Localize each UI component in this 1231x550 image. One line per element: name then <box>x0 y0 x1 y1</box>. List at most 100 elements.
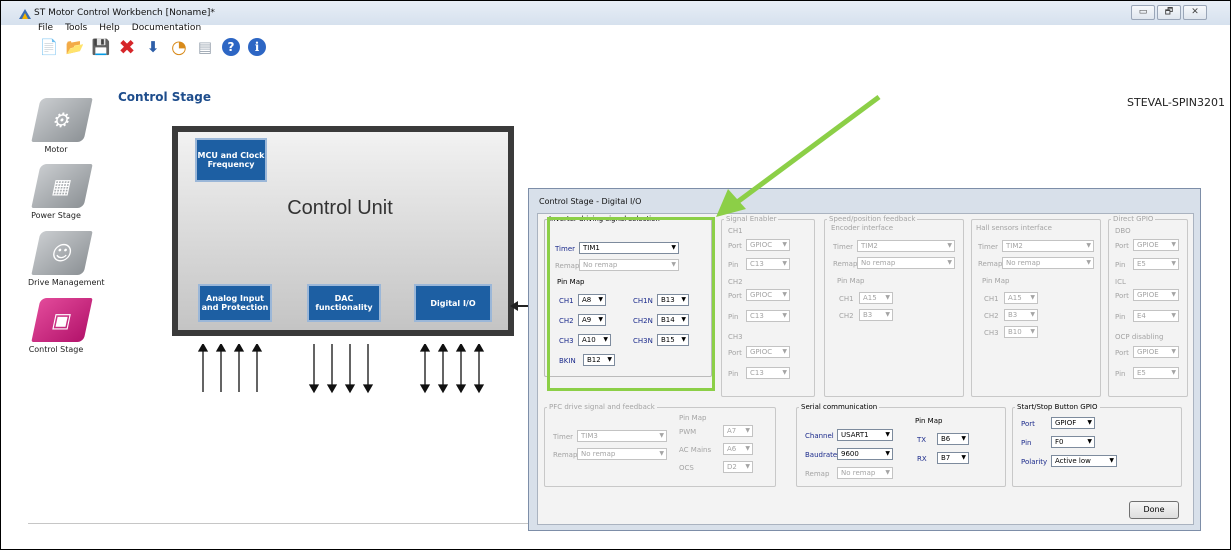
info-icon[interactable]: i <box>246 36 268 58</box>
analog-input-button[interactable]: Analog Input and Protection <box>198 284 272 322</box>
enc-remap-label: Remap <box>833 260 858 268</box>
startstop-group: Start/Stop Button GPIO Port GPIOF Pin F0… <box>1012 403 1182 487</box>
close-button[interactable]: ✕ <box>1183 5 1207 20</box>
ocp-pin-label: Pin <box>1115 370 1126 378</box>
highlight-box <box>547 217 715 391</box>
menu-bar: File Tools Help Documentation <box>38 23 201 33</box>
minimize-button[interactable]: ▭ <box>1131 5 1155 20</box>
menu-documentation[interactable]: Documentation <box>132 23 201 33</box>
enc-ch1-select: A15 <box>859 292 893 304</box>
hall-ch1-select: A15 <box>1004 292 1038 304</box>
polarity-select[interactable]: Active low <box>1051 455 1117 467</box>
digital-io-button[interactable]: Digital I/O <box>414 284 492 322</box>
app-logo-icon <box>19 9 31 19</box>
menu-tools[interactable]: Tools <box>65 23 87 33</box>
icl-pin-label: Pin <box>1115 313 1126 321</box>
sidebar-item-power-stage[interactable]: ▦ Power Stage <box>28 164 93 220</box>
done-button[interactable]: Done <box>1129 501 1179 519</box>
maximize-button[interactable]: 🗗 <box>1157 5 1181 20</box>
ocp-port-select: GPIOE <box>1133 346 1179 358</box>
ss-port-label: Port <box>1021 420 1035 428</box>
clock-icon[interactable]: ◔ <box>168 36 190 58</box>
hall-pinmap-label: Pin Map <box>982 277 1010 285</box>
hall-title: Hall sensors interface <box>974 224 1054 232</box>
sidebar-label: Motor <box>44 145 68 154</box>
delete-icon[interactable]: ✖ <box>116 35 138 59</box>
enc-ch2-label: CH2 <box>839 312 854 320</box>
sidebar-label: Power Stage <box>31 211 81 220</box>
pfc-remap-select: No remap <box>577 448 667 460</box>
polarity-label: Polarity <box>1021 458 1048 466</box>
dbo-port-label: Port <box>1115 242 1129 250</box>
hall-ch3-select: B10 <box>1004 326 1038 338</box>
se-ch1-pin-select: C13 <box>746 258 790 270</box>
menu-file[interactable]: File <box>38 23 53 33</box>
sidebar-label: Control Stage <box>28 345 84 354</box>
hall-ch1-label: CH1 <box>984 295 999 303</box>
signal-enabler-group: Signal Enabler CH1 Port GPIOC Pin C13 CH… <box>721 215 815 397</box>
serial-remap-label: Remap <box>805 470 830 478</box>
chip-download-icon[interactable]: ⬇ <box>142 36 164 58</box>
window-title: ST Motor Control Workbench [Noname]* <box>34 8 215 18</box>
dac-button[interactable]: DAC functionality <box>307 284 381 322</box>
drive-management-icon: ☺ <box>31 231 93 275</box>
sidebar-item-drive-management[interactable]: ☺ Drive Management <box>28 231 105 287</box>
ss-pin-select[interactable]: F0 <box>1051 436 1095 448</box>
enc-ch2-select: B3 <box>859 309 893 321</box>
serial-remap-select: No remap <box>837 467 893 479</box>
pfc-timer-select: TIM3 <box>577 430 667 442</box>
hall-ch2-label: CH2 <box>984 312 999 320</box>
rx-select[interactable]: B7 <box>937 452 969 464</box>
sidebar-item-control-stage[interactable]: ▣ Control Stage <box>28 298 93 354</box>
tx-select[interactable]: B6 <box>937 433 969 445</box>
encoder-interface-label: Encoder interface <box>831 224 894 232</box>
tx-label: TX <box>917 436 927 444</box>
help-icon[interactable]: ? <box>220 36 242 58</box>
serial-group: Serial communication Channel USART1 Baud… <box>796 403 1006 487</box>
se-port-label: Port <box>728 292 742 300</box>
hall-ch3-label: CH3 <box>984 329 999 337</box>
se-pin-label: Pin <box>728 313 739 321</box>
pfc-timer-label: Timer <box>553 433 574 441</box>
icl-label: ICL <box>1115 278 1126 286</box>
open-folder-icon[interactable]: 📂 <box>64 36 86 58</box>
menu-help[interactable]: Help <box>99 23 120 33</box>
ocp-pin-select: E5 <box>1133 367 1179 379</box>
channel-label: Channel <box>805 432 834 440</box>
serial-title: Serial communication <box>799 403 880 411</box>
window-titlebar: ST Motor Control Workbench [Noname]* ▭ 🗗… <box>1 1 1230 25</box>
baudrate-select[interactable]: 9600 <box>837 448 893 460</box>
pfc-title: PFC drive signal and feedback <box>547 403 657 411</box>
sidebar-item-motor[interactable]: ⚙ Motor <box>28 98 93 154</box>
bidirectional-arrows <box>419 344 485 394</box>
se-ch3-port-select: GPIOC <box>746 346 790 358</box>
enc-timer-label: Timer <box>833 243 854 251</box>
rx-label: RX <box>917 455 927 463</box>
dbo-port-select: GPIOE <box>1133 239 1179 251</box>
speed-feedback-group: Speed/position feedback Encoder interfac… <box>824 215 964 397</box>
save-icon[interactable]: 💾 <box>90 36 112 58</box>
pwm-label: PWM <box>679 428 697 436</box>
baudrate-label: Baudrate <box>805 451 838 459</box>
channel-select[interactable]: USART1 <box>837 429 893 441</box>
enc-timer-select: TIM2 <box>857 240 955 252</box>
ac-mains-select: A6 <box>723 443 753 455</box>
startstop-title: Start/Stop Button GPIO <box>1015 403 1100 411</box>
se-port-label: Port <box>728 242 742 250</box>
pwm-select: A7 <box>723 425 753 437</box>
ocs-select: D2 <box>723 461 753 473</box>
direct-gpio-group: Direct GPIO DBO Port GPIOE Pin E5 ICL Po… <box>1108 215 1188 397</box>
mcu-clock-button[interactable]: MCU and Clock Frequency <box>195 138 267 182</box>
hall-remap-label: Remap <box>978 260 1003 268</box>
pfc-group: PFC drive signal and feedback Timer TIM3… <box>544 403 776 487</box>
ss-port-select[interactable]: GPIOF <box>1051 417 1095 429</box>
serial-pinmap-label: Pin Map <box>915 417 943 425</box>
se-ch3-pin-select: C13 <box>746 367 790 379</box>
icl-pin-select: E4 <box>1133 310 1179 322</box>
hall-timer-select: TIM2 <box>1002 240 1094 252</box>
monitor-icon[interactable]: ▤ <box>194 36 216 58</box>
ocp-label: OCP disabling <box>1115 333 1164 341</box>
help-glyph: ? <box>222 38 240 56</box>
enc-pinmap-label: Pin Map <box>837 277 865 285</box>
new-file-icon[interactable]: 📄 <box>38 36 60 58</box>
